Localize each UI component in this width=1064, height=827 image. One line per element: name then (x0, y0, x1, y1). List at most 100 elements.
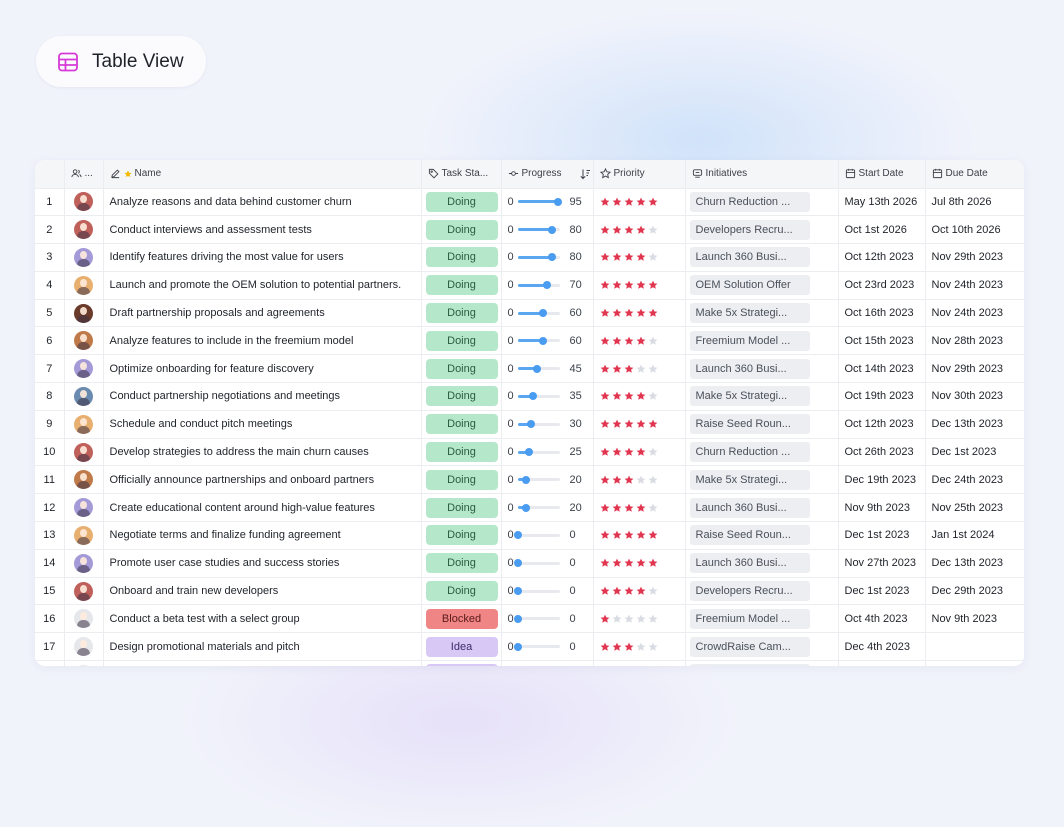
due-date[interactable]: Oct 10th 2026 (925, 215, 1024, 245)
progress-slider[interactable] (513, 559, 560, 568)
priority-rating[interactable] (600, 364, 679, 374)
priority-star-icon[interactable] (612, 225, 622, 235)
due-date[interactable]: Nov 9th 2023 (925, 604, 1024, 634)
due-date[interactable]: Nov 30th 2023 (925, 382, 1024, 411)
progress-cell[interactable]: 0 30 (501, 410, 594, 439)
progress-cell[interactable]: 0 25 (501, 438, 594, 467)
priority-star-icon[interactable] (624, 364, 634, 374)
initiative-link[interactable]: OEM Solution Offer (689, 275, 810, 296)
start-date[interactable]: May 13th 2026 (838, 188, 926, 217)
avatar[interactable] (74, 553, 93, 573)
assignee-cell[interactable] (64, 188, 104, 217)
status-badge[interactable]: Doing (425, 219, 498, 240)
table-row[interactable]: 10 Develop strategies to address the main… (35, 438, 1024, 467)
initiative-link[interactable]: Launch 360 Busi... (689, 553, 810, 574)
progress-cell[interactable]: 0 20 (501, 465, 594, 495)
priority-star-icon[interactable] (636, 197, 646, 207)
status-badge[interactable]: Doing (425, 275, 498, 296)
progress-slider[interactable] (517, 225, 560, 234)
priority-star-icon[interactable] (624, 336, 634, 346)
status-badge[interactable]: Doing (425, 469, 498, 490)
priority-star-icon[interactable] (648, 225, 658, 235)
priority-star-icon[interactable] (600, 475, 610, 485)
initiative-cell[interactable]: Make 5x Strategi... (685, 465, 839, 495)
task-name[interactable]: Negotiate terms and finalize funding agr… (103, 521, 422, 550)
progress-handle[interactable] (521, 475, 530, 484)
start-date[interactable]: Nov 9th 2023 (838, 493, 926, 523)
progress-slider[interactable] (517, 281, 560, 290)
progress-slider[interactable] (517, 364, 560, 373)
table-row[interactable]: 2 Conduct interviews and assessment tests… (35, 215, 1024, 245)
task-name[interactable]: Onboard and train new developers (103, 577, 422, 606)
table-row[interactable]: 12 Create educational content around high… (35, 493, 1024, 523)
priority-star-icon[interactable] (624, 308, 634, 318)
progress-cell[interactable]: 0 70 (501, 271, 594, 300)
task-name[interactable]: Develop strategies to address the main c… (103, 438, 422, 467)
priority-star-icon[interactable] (648, 475, 658, 485)
progress-slider[interactable] (517, 253, 560, 262)
avatar[interactable] (74, 247, 93, 267)
priority-cell[interactable] (593, 188, 686, 217)
progress-handle[interactable] (526, 420, 535, 429)
priority-cell[interactable] (593, 243, 686, 272)
priority-star-icon[interactable] (624, 530, 634, 540)
initiative-link[interactable]: Freemium Model ... (689, 330, 810, 351)
assignee-cell[interactable] (64, 243, 104, 272)
task-name[interactable]: Schedule and conduct pitch meetings (103, 410, 422, 439)
table-row[interactable]: 14 Promote user case studies and success … (35, 549, 1024, 578)
priority-star-icon[interactable] (600, 391, 610, 401)
priority-star-icon[interactable] (600, 530, 610, 540)
table-row[interactable]: 16 Conduct a beta test with a select grou… (35, 604, 1024, 634)
priority-star-icon[interactable] (612, 530, 622, 540)
status-cell[interactable]: Doing (421, 410, 502, 439)
initiative-cell[interactable]: CrowdRaise Cam... (685, 632, 839, 662)
status-badge[interactable]: Doing (425, 442, 498, 463)
task-name[interactable]: Design promotional materials and pitch (103, 632, 422, 662)
priority-star-icon[interactable] (648, 308, 658, 318)
progress-handle[interactable] (542, 281, 551, 290)
priority-cell[interactable] (593, 271, 686, 300)
due-date[interactable] (925, 632, 1024, 662)
priority-rating[interactable] (600, 614, 679, 624)
progress-slider[interactable] (517, 197, 562, 206)
priority-star-icon[interactable] (624, 225, 634, 235)
status-cell[interactable]: Doing (421, 577, 502, 606)
status-badge[interactable]: Blocked (425, 608, 498, 629)
header-start-date[interactable]: Start Date (838, 160, 926, 189)
priority-cell[interactable] (593, 215, 686, 245)
progress-slider[interactable] (513, 531, 560, 540)
progress-handle[interactable] (513, 531, 522, 540)
priority-star-icon[interactable] (624, 642, 634, 652)
priority-star-icon[interactable] (612, 336, 622, 346)
priority-rating[interactable] (600, 447, 679, 457)
priority-star-icon[interactable] (648, 419, 658, 429)
priority-cell[interactable] (593, 438, 686, 467)
priority-star-icon[interactable] (648, 530, 658, 540)
status-cell[interactable]: Doing (421, 326, 502, 356)
initiative-link[interactable]: Make 5x Strategi... (689, 303, 810, 324)
task-name[interactable]: Promote user case studies and success st… (103, 549, 422, 578)
task-name[interactable]: Officially announce partnerships and onb… (103, 465, 422, 495)
initiative-link[interactable]: Launch 360 Busi... (689, 358, 810, 379)
priority-star-icon[interactable] (600, 364, 610, 374)
status-badge[interactable]: Doing (425, 358, 498, 379)
view-switcher-chip[interactable]: Table View (36, 36, 206, 87)
task-name[interactable]: Conduct a beta test with a select group (103, 604, 422, 634)
priority-star-icon[interactable] (648, 642, 658, 652)
progress-handle[interactable] (524, 448, 533, 457)
avatar[interactable] (74, 331, 93, 351)
task-name[interactable]: Create educational content around high-v… (103, 493, 422, 523)
header-priority[interactable]: Priority (593, 160, 686, 189)
priority-star-icon[interactable] (624, 252, 634, 262)
priority-cell[interactable] (593, 549, 686, 578)
due-date[interactable]: Jul 8th 2026 (925, 188, 1024, 217)
due-date[interactable]: Dec 13th 2023 (925, 410, 1024, 439)
priority-star-icon[interactable] (612, 197, 622, 207)
priority-star-icon[interactable] (636, 586, 646, 596)
progress-cell[interactable]: 00 (501, 604, 594, 634)
progress-slider[interactable] (513, 587, 560, 596)
avatar[interactable] (74, 386, 93, 406)
priority-star-icon[interactable] (636, 614, 646, 624)
priority-rating[interactable] (600, 503, 679, 513)
start-date[interactable]: Oct 4th 2023 (838, 604, 926, 634)
